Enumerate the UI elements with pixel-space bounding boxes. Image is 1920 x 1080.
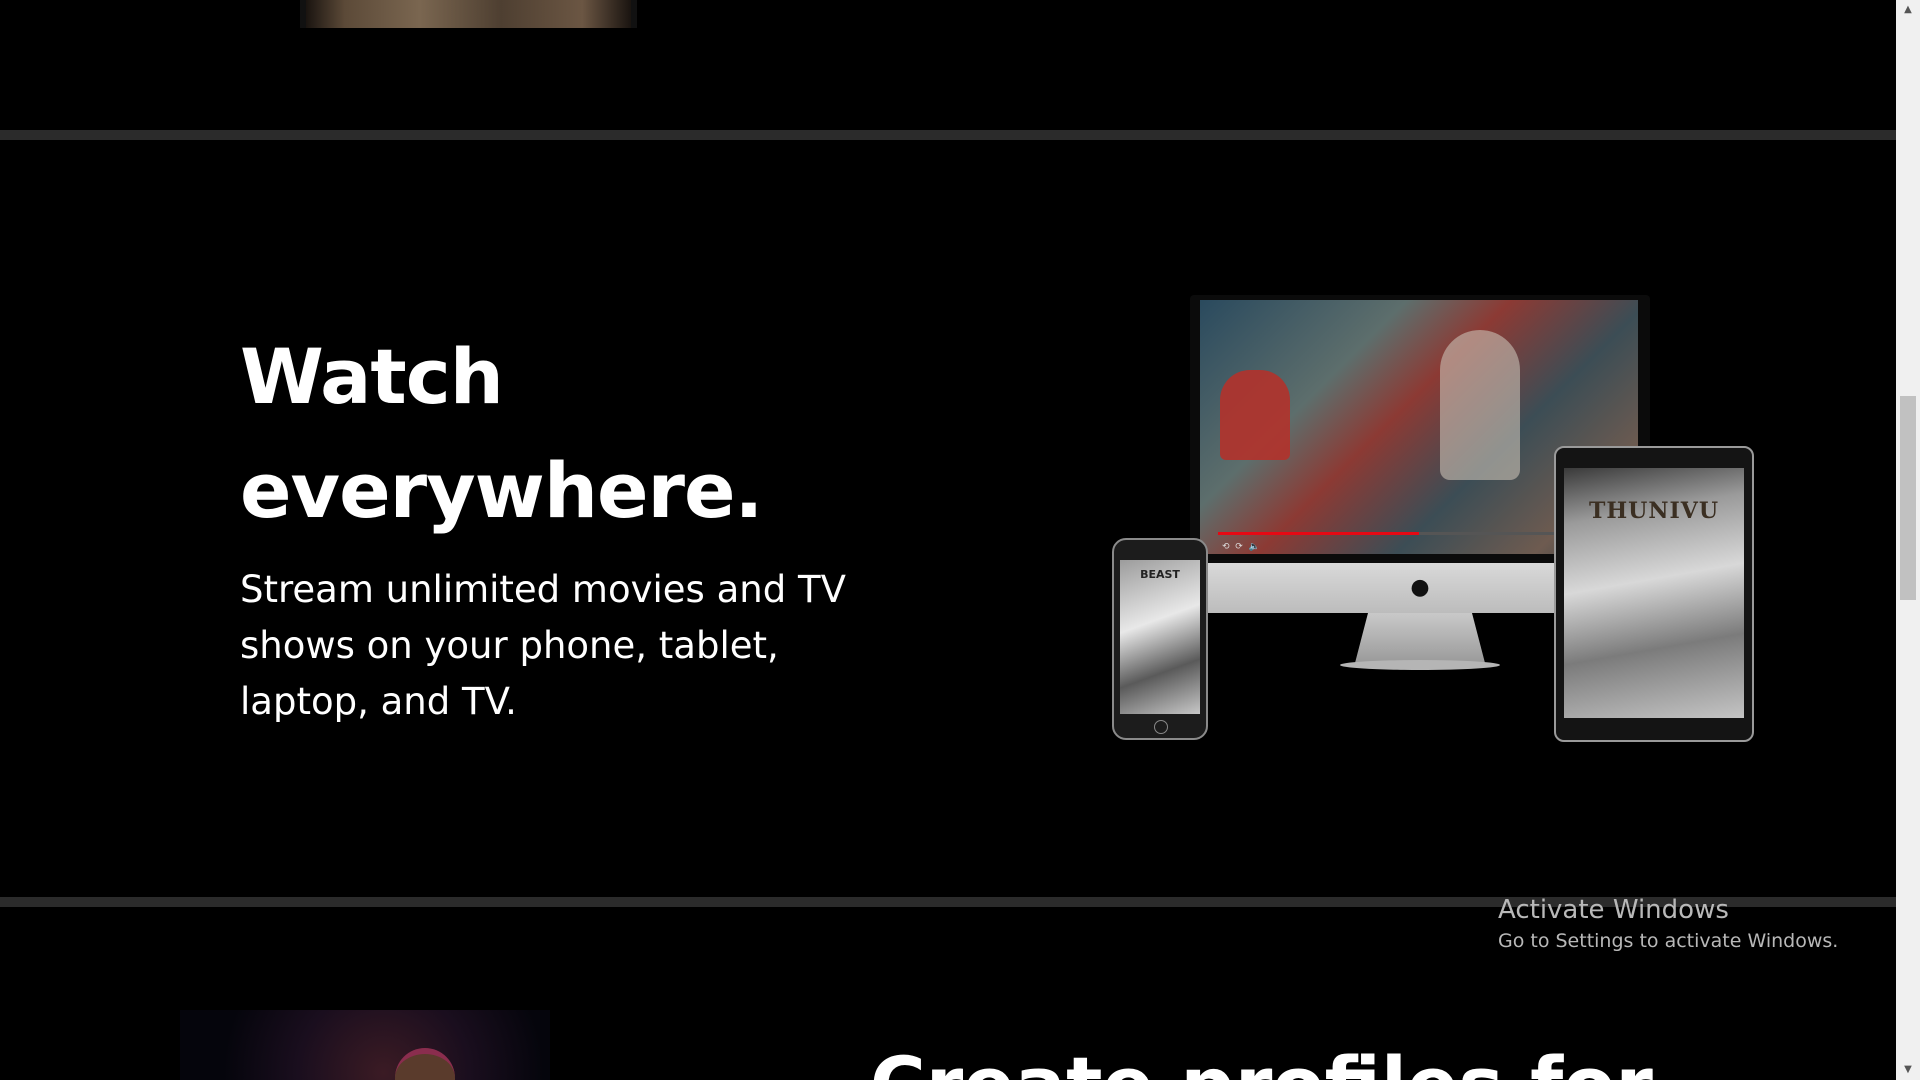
tablet-device: THUNIVU	[1554, 446, 1754, 742]
kids-profile-image	[180, 1010, 550, 1080]
volume-icon: 🔈	[1248, 542, 1260, 552]
devices-image: ⟲ ⟳ 🔈 ● BEAST THUNIVU	[1100, 270, 1800, 750]
tablet-poster: THUNIVU	[1564, 468, 1744, 718]
previous-section-image	[300, 0, 637, 28]
video-progress-fill	[1218, 532, 1419, 535]
scrollbar-thumb[interactable]	[1900, 396, 1916, 601]
scroll-down-arrow-icon[interactable]: ▼	[1896, 1060, 1920, 1080]
scroll-up-arrow-icon[interactable]: ▲	[1896, 0, 1920, 20]
imac-base	[1340, 660, 1500, 670]
player-controls: ⟲ ⟳ 🔈	[1222, 542, 1260, 552]
forward-icon: ⟳	[1235, 542, 1243, 552]
section-subtitle: Stream unlimited movies and TV shows on …	[240, 568, 846, 723]
phone-poster: BEAST	[1120, 560, 1200, 714]
rewind-icon: ⟲	[1222, 542, 1230, 552]
phone-home-button	[1154, 720, 1168, 734]
activate-windows-watermark: Activate Windows Go to Settings to activ…	[1498, 893, 1838, 955]
page: Watch everywhere. Stream unlimited movie…	[0, 0, 1896, 1080]
phone-poster-title: BEAST	[1140, 568, 1180, 581]
imac-stand	[1355, 613, 1485, 663]
watermark-title: Activate Windows	[1498, 895, 1729, 925]
tablet-poster-title: THUNIVU	[1589, 498, 1719, 524]
character-head	[395, 1048, 455, 1080]
title-line-2: everywhere.	[240, 446, 763, 535]
phone-device: BEAST	[1112, 538, 1208, 740]
section-divider	[0, 130, 1896, 140]
title-line-1: Watch	[240, 332, 504, 421]
vertical-scrollbar[interactable]: ▲ ▼	[1896, 0, 1920, 1080]
profiles-title: Create profiles for	[870, 1040, 1653, 1080]
watermark-subtitle: Go to Settings to activate Windows.	[1498, 930, 1839, 952]
section-title: Watch everywhere.	[240, 320, 940, 548]
